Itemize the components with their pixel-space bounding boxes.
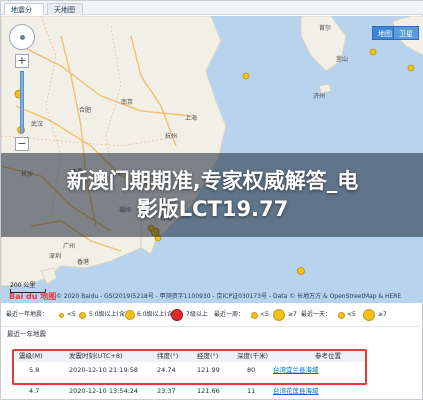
legend-day-dot-small [338,312,345,319]
svg-text:济州: 济州 [313,92,325,100]
svg-text:深圳: 深圳 [49,252,61,260]
table-title: 最近一年地震 [7,330,46,338]
legend-dot-medium [79,312,86,319]
zoom-control: + − [9,24,37,151]
page-frame: 地震分布图 天地图 [0,0,423,400]
legend-year-item-3: 6.0级以上(含) [137,311,176,318]
cell-latitude: 23.37 [157,387,176,395]
table-header: 震级(M) 发震时刻(UTC+8) 纬度(°) 经度(°) 深度(千米) 参考位… [15,351,365,362]
legend-group-week-title: 最近一周： [214,311,245,318]
svg-text:合肥: 合肥 [79,106,91,114]
legend-day-item-1: <5 [347,311,356,318]
tab-tianditu[interactable]: 天地图 [47,3,83,15]
legend-week-dot-small [251,312,258,319]
cell-depth: 80 [247,366,256,374]
legend: 最近一年地震： <5 5.0级以上(含) 6.0级以上(含) 7级以上 最近一周… [1,304,423,327]
banner-line-1: 新澳门期期准,专家权威解答_电 [66,169,359,193]
map-type-satellite-button[interactable]: 卫星 [393,26,419,40]
cell-time: 2020-12-10 13:54:24 [69,387,139,395]
svg-text:南京: 南京 [121,98,133,106]
cell-time: 2020-12-10 21:19:58 [69,366,139,374]
table-row: 4.7 2020-12-10 13:54:24 23.37 121.66 11 … [15,386,365,397]
legend-week-item-1: <5 [260,311,269,318]
baidu-logo[interactable]: Bai du 地图 [9,292,57,302]
header-location: 参考位置 [315,352,341,360]
pan-control[interactable] [9,24,35,50]
zoom-slider[interactable] [20,71,24,133]
svg-text:广州: 广州 [63,242,75,250]
legend-group-year-title: 最近一年地震： [6,311,49,318]
legend-dot-large [125,310,135,320]
cell-location-link[interactable]: 台湾花莲县海域 [273,386,319,397]
banner-title: 新澳门期期准,专家权威解答_电 影版LCT19.77 [11,167,414,223]
zoom-out-button[interactable]: − [15,137,29,151]
header-magnitude: 震级(M) [19,352,43,360]
legend-group-day-title: 最近一天： [301,311,332,318]
svg-text:釜山: 釜山 [336,55,348,63]
header-latitude: 纬度(°) [157,352,179,360]
table-row: 5.8 2020-12-10 21:19:58 24.74 121.99 80 … [15,365,365,376]
legend-year-item-2: 5.0级以上(含) [89,311,128,318]
legend-day-item-2: ≥7 [378,311,387,318]
tab-quake-map[interactable]: 地震分布图 [4,3,44,26]
cell-longitude: 121.99 [197,366,220,374]
cell-longitude: 121.66 [197,387,220,395]
header-longitude: 经度(°) [197,352,219,360]
svg-text:香港: 香港 [77,258,89,266]
zoom-in-button[interactable]: + [15,54,29,68]
svg-text:上海: 上海 [185,114,197,122]
overlay-banner: 新澳门期期准,专家权威解答_电 影版LCT19.77 [1,153,423,237]
header-depth: 深度(千米) [237,352,269,360]
tab-bar: 地震分布图 天地图 [1,1,423,26]
legend-day-dot-large [363,309,375,321]
legend-week-item-2: ≥7 [288,311,297,318]
scale-label: 200 公里 [10,282,36,289]
legend-year-item-4: 7级以上 [186,311,208,318]
legend-year-item-1: <5 [67,311,76,318]
banner-line-2: 影版LCT19.77 [136,197,289,221]
cell-depth: 11 [247,387,256,395]
cell-magnitude: 4.7 [29,387,40,395]
quake-table: 最近一年地震 震级(M) 发震时刻(UTC+8) 纬度(°) 经度(°) 深度(… [7,327,420,400]
svg-text:杭州: 杭州 [165,132,177,140]
legend-dot-small [59,313,64,318]
cell-latitude: 24.74 [157,366,176,374]
map-attribution: © 2020 Baidu - GS(2019)5218号 - 甲测资字11009… [56,293,402,300]
cell-location-link[interactable]: 台湾宜兰县海域 [273,365,319,376]
legend-week-dot-large [273,309,285,321]
cell-magnitude: 5.8 [29,366,40,374]
svg-text:首尔: 首尔 [319,24,331,32]
header-time: 发震时刻(UTC+8) [69,352,123,360]
legend-dot-red [171,309,183,321]
